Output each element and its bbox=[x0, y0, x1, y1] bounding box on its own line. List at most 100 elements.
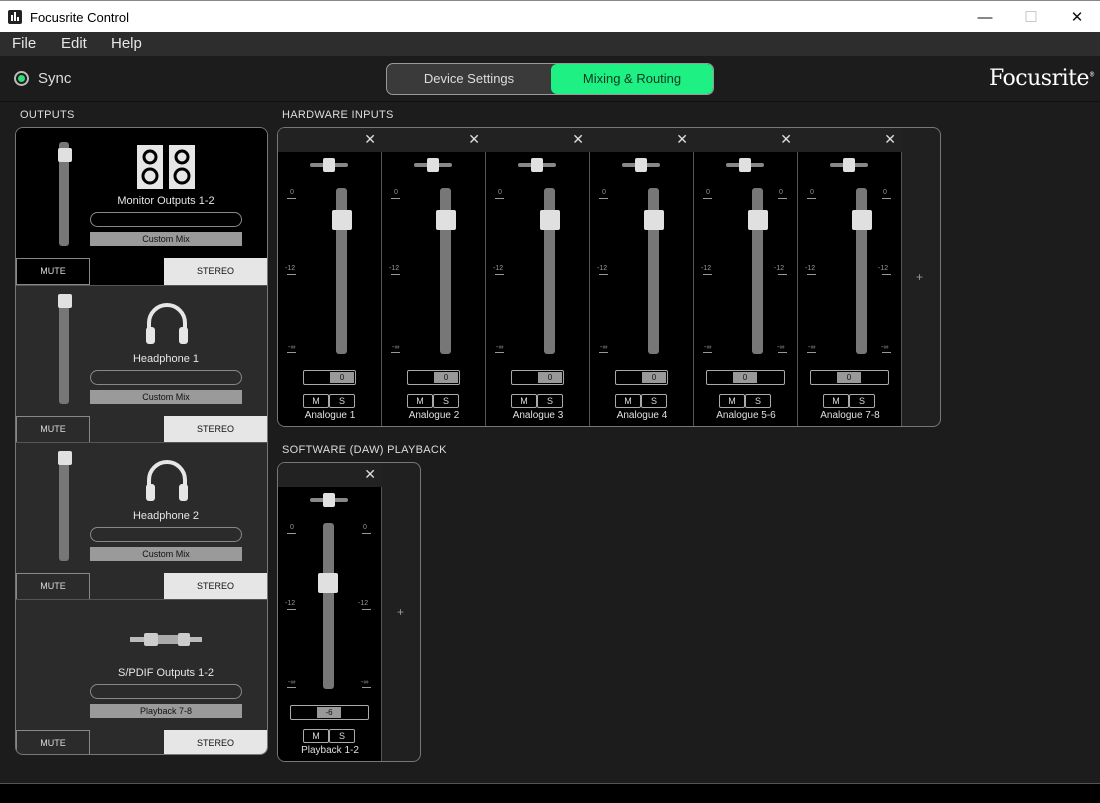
close-icon[interactable]: ✕ bbox=[676, 131, 688, 148]
channel-mute-button[interactable]: M bbox=[407, 394, 433, 408]
scale-label-0-right: 0 bbox=[779, 189, 783, 196]
stereo-button[interactable]: STEREO bbox=[164, 416, 267, 443]
output-card-headphone-1[interactable]: Headphone 1 Custom Mix MUTE STEREO bbox=[16, 285, 267, 443]
channel-name: Analogue 2 bbox=[408, 410, 460, 421]
channel-mute-button[interactable]: M bbox=[615, 394, 641, 408]
pan-knob[interactable] bbox=[427, 158, 439, 172]
volume-fader-track[interactable] bbox=[323, 523, 334, 689]
mute-button[interactable]: MUTE bbox=[16, 416, 90, 443]
maximize-button[interactable]: ☐ bbox=[1008, 1, 1054, 33]
scale-label-0-left: 0 bbox=[498, 189, 502, 196]
scale-label-inf-left: -∞ bbox=[808, 344, 816, 351]
output-mix-select[interactable]: Playback 7-8 bbox=[90, 704, 242, 718]
output-volume-knob[interactable] bbox=[58, 294, 72, 308]
channel-mute-button[interactable]: M bbox=[303, 394, 329, 408]
channel-mute-button[interactable]: M bbox=[511, 394, 537, 408]
channel-name: Analogue 4 bbox=[616, 410, 668, 421]
channel-solo-button[interactable]: S bbox=[433, 394, 459, 408]
outputs-title: OUTPUTS bbox=[20, 109, 75, 121]
channel-mute-button[interactable]: M bbox=[303, 729, 329, 743]
pan-knob[interactable] bbox=[739, 158, 751, 172]
menu-help[interactable]: Help bbox=[111, 35, 142, 52]
tab-device-settings[interactable]: Device Settings bbox=[387, 64, 551, 94]
scale-label-0-left: 0 bbox=[810, 189, 814, 196]
channel-mute-button[interactable]: M bbox=[719, 394, 745, 408]
mute-button[interactable]: MUTE bbox=[16, 258, 90, 285]
gain-display[interactable]: 0 bbox=[706, 370, 785, 385]
add-hardware-input-button[interactable]: + bbox=[916, 270, 923, 284]
gain-display[interactable]: 0 bbox=[303, 370, 356, 385]
close-window-button[interactable]: ✕ bbox=[1054, 1, 1100, 33]
strip-header: ✕ bbox=[278, 463, 382, 487]
channel-name: Analogue 5-6 bbox=[716, 410, 776, 421]
pan-knob[interactable] bbox=[323, 493, 335, 507]
scale-label-12-left: -12 bbox=[285, 600, 296, 607]
scale-label-inf-left: -∞ bbox=[392, 344, 400, 351]
stereo-button[interactable]: STEREO bbox=[164, 258, 267, 285]
pan-knob[interactable] bbox=[843, 158, 855, 172]
channel-solo-button[interactable]: S bbox=[537, 394, 563, 408]
output-mix-select[interactable]: Custom Mix bbox=[90, 232, 242, 246]
channel-mute-button[interactable]: M bbox=[823, 394, 849, 408]
channel-solo-button[interactable]: S bbox=[329, 394, 355, 408]
gain-display[interactable]: 0 bbox=[615, 370, 668, 385]
volume-fader-knob[interactable] bbox=[644, 210, 664, 230]
output-level-meter bbox=[90, 370, 242, 385]
gain-display[interactable]: 0 bbox=[511, 370, 564, 385]
mute-button[interactable]: MUTE bbox=[16, 730, 90, 754]
output-volume-fader[interactable] bbox=[59, 300, 69, 404]
mute-button[interactable]: MUTE bbox=[16, 573, 90, 600]
channel-solo-button[interactable]: S bbox=[329, 729, 355, 743]
pan-knob[interactable] bbox=[635, 158, 647, 172]
output-mix-select[interactable]: Custom Mix bbox=[90, 390, 242, 404]
volume-fader-knob[interactable] bbox=[748, 210, 768, 230]
stereo-button[interactable]: STEREO bbox=[164, 573, 267, 600]
pan-knob[interactable] bbox=[323, 158, 335, 172]
minimize-button[interactable]: — bbox=[962, 1, 1008, 33]
strip-header: ✕ bbox=[278, 128, 382, 152]
close-icon[interactable]: ✕ bbox=[780, 131, 792, 148]
volume-fader-knob[interactable] bbox=[332, 210, 352, 230]
channel-strip-analogue-4: ✕ 0 -12 -∞ 0 MS Analogue 4 bbox=[590, 128, 694, 426]
focusrite-logo: Focusrite® bbox=[989, 66, 1095, 91]
scale-label-inf-right: -∞ bbox=[361, 679, 369, 686]
volume-fader-knob[interactable] bbox=[540, 210, 560, 230]
close-icon[interactable]: ✕ bbox=[468, 131, 480, 148]
mute-solo-group: MS bbox=[719, 391, 772, 408]
volume-fader-knob[interactable] bbox=[436, 210, 456, 230]
pan-knob[interactable] bbox=[531, 158, 543, 172]
output-volume-knob[interactable] bbox=[58, 148, 72, 162]
output-card-spdif[interactable]: S/PDIF Outputs 1-2 Playback 7-8 MUTE STE… bbox=[16, 599, 267, 754]
scale-label-0-left: 0 bbox=[290, 524, 294, 531]
stereo-button[interactable]: STEREO bbox=[164, 730, 267, 754]
output-name: Headphone 1 bbox=[132, 353, 200, 365]
volume-fader-knob[interactable] bbox=[318, 573, 338, 593]
app-icon bbox=[8, 10, 22, 24]
gain-display[interactable]: 0 bbox=[407, 370, 460, 385]
channel-strip-analogue-1: ✕ 0 -12 -∞ 0 MS Analogue 1 bbox=[278, 128, 382, 426]
output-level-meter bbox=[90, 527, 242, 542]
close-icon[interactable]: ✕ bbox=[364, 131, 376, 148]
channel-solo-button[interactable]: S bbox=[745, 394, 771, 408]
output-card-monitor[interactable]: Monitor Outputs 1-2 Custom Mix MUTE STER… bbox=[16, 128, 267, 285]
volume-fader-knob[interactable] bbox=[852, 210, 872, 230]
channel-solo-button[interactable]: S bbox=[849, 394, 875, 408]
close-icon[interactable]: ✕ bbox=[364, 466, 376, 483]
output-card-headphone-2[interactable]: Headphone 2 Custom Mix MUTE STEREO bbox=[16, 442, 267, 600]
strip-header: ✕ bbox=[590, 128, 694, 152]
gain-display[interactable]: 0 bbox=[810, 370, 889, 385]
add-daw-playback-button[interactable]: + bbox=[397, 605, 404, 619]
menu-file[interactable]: File bbox=[12, 35, 36, 52]
close-icon[interactable]: ✕ bbox=[884, 131, 896, 148]
output-volume-knob[interactable] bbox=[58, 451, 72, 465]
menu-edit[interactable]: Edit bbox=[61, 35, 87, 52]
gain-display[interactable]: -6 bbox=[290, 705, 369, 720]
tab-mixing-routing[interactable]: Mixing & Routing bbox=[551, 64, 713, 94]
outputs-panel: Monitor Outputs 1-2 Custom Mix MUTE STER… bbox=[15, 127, 268, 755]
channel-name: Analogue 7-8 bbox=[820, 410, 880, 421]
close-icon[interactable]: ✕ bbox=[572, 131, 584, 148]
channel-solo-button[interactable]: S bbox=[641, 394, 667, 408]
scale-label-12-right: -12 bbox=[774, 265, 785, 272]
output-mix-select[interactable]: Custom Mix bbox=[90, 547, 242, 561]
output-volume-fader[interactable] bbox=[59, 457, 69, 561]
